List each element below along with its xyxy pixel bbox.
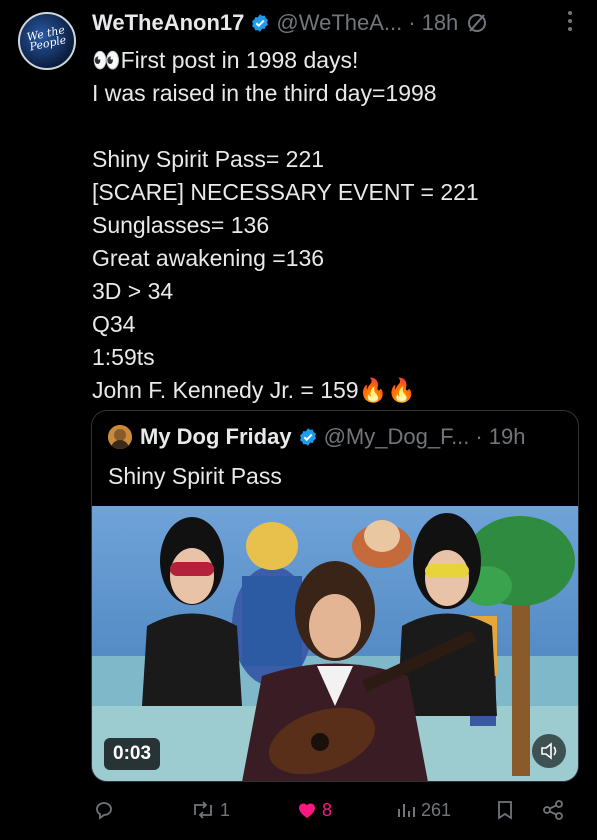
bookmark-button[interactable]	[494, 790, 516, 830]
view-count: 261	[421, 799, 452, 820]
reply-button[interactable]	[93, 790, 119, 830]
quote-author-avatar[interactable]	[108, 425, 132, 449]
time-separator: ·	[475, 424, 483, 449]
tweet-text: 👀First post in 1998 days! I was raised i…	[92, 47, 479, 403]
retweet-button[interactable]: 1	[190, 790, 230, 830]
share-button[interactable]	[541, 790, 565, 830]
heart-icon	[299, 803, 315, 818]
retweet-icon	[194, 801, 212, 819]
more-icon[interactable]	[559, 8, 581, 40]
tweet-time[interactable]: 18h	[422, 10, 459, 36]
quote-time[interactable]: 19h	[489, 424, 526, 450]
share-icon	[543, 800, 563, 820]
action-bar: 1 8 261	[0, 790, 597, 830]
like-button[interactable]: 8	[296, 790, 332, 830]
verified-badge-icon	[252, 14, 269, 32]
author-avatar[interactable]: We the People	[18, 12, 76, 70]
reply-icon	[96, 802, 112, 820]
video-frame	[92, 506, 578, 781]
quoted-tweet[interactable]: My Dog Friday @My_Dog_F... · 19h Shiny S…	[91, 410, 579, 782]
video-player[interactable]: 0:03	[92, 506, 578, 781]
retweet-count: 1	[220, 799, 231, 820]
author-name[interactable]: WeTheAnon17	[92, 10, 244, 36]
quote-author-name[interactable]: My Dog Friday	[140, 424, 292, 450]
avatar-logo-text: We the People	[25, 23, 68, 54]
tweet-header: WeTheAnon17 @WeTheA... · 18h	[92, 8, 583, 38]
verified-badge-icon	[299, 428, 316, 446]
bookmark-icon	[498, 801, 512, 820]
quote-author-handle[interactable]: @My_Dog_F...	[324, 424, 470, 450]
video-duration: 0:03	[104, 738, 161, 770]
views-icon	[398, 804, 415, 817]
quote-text: Shiny Spirit Pass	[108, 463, 282, 489]
author-handle[interactable]: @WeTheA...	[276, 10, 402, 36]
no-entry-icon	[468, 14, 487, 32]
time-separator: ·	[408, 10, 416, 35]
quote-header: My Dog Friday @My_Dog_F... · 19h	[108, 424, 525, 450]
volume-icon[interactable]	[532, 734, 566, 768]
views-button[interactable]: 261	[395, 790, 451, 830]
like-count: 8	[322, 799, 333, 820]
